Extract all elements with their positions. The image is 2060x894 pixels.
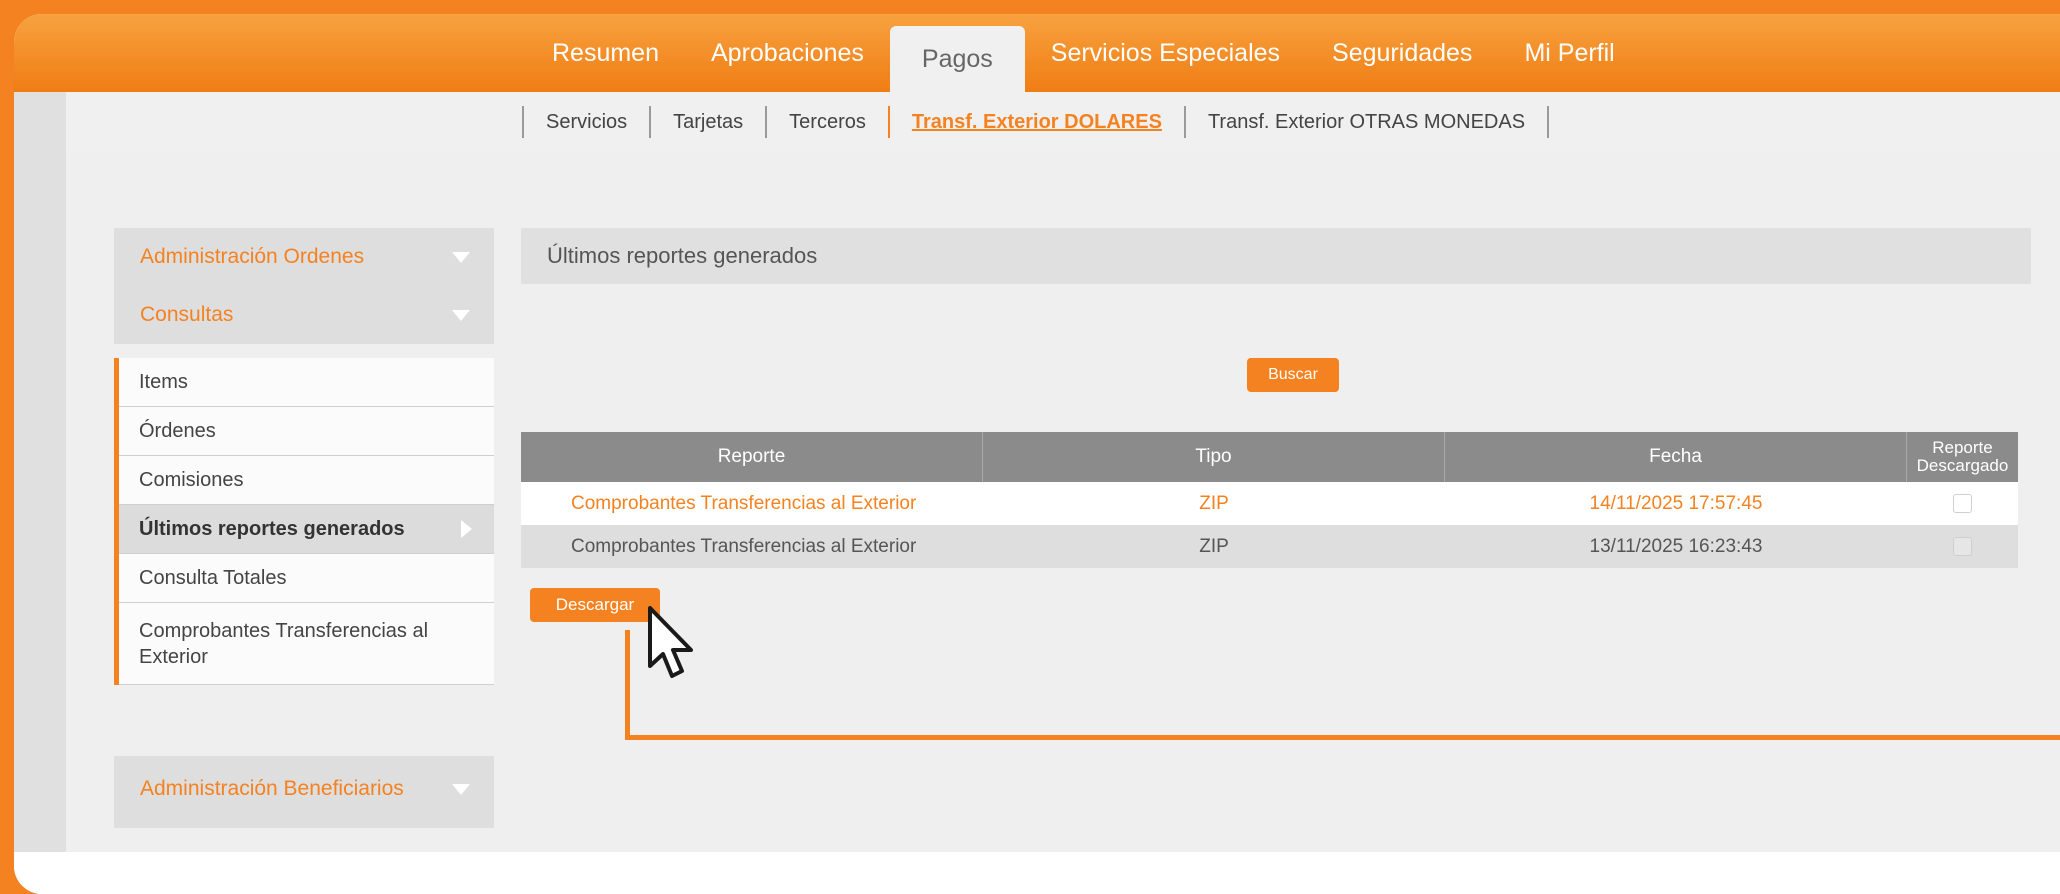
downloaded-checkbox[interactable] <box>1953 494 1972 513</box>
main-tabs: Resumen Aprobaciones Pagos Servicios Esp… <box>526 14 1641 92</box>
downloaded-checkbox[interactable] <box>1953 537 1972 556</box>
sidebar-consultas-list: Items Órdenes Comisiones Últimos reporte… <box>114 358 494 685</box>
column-header-descargado[interactable]: Reporte Descargado <box>1907 432 2018 482</box>
divider <box>1547 106 1550 138</box>
triangle-down-icon <box>452 783 470 795</box>
left-strip <box>14 92 66 852</box>
sidebar-item-items[interactable]: Items <box>119 358 494 407</box>
triangle-down-icon <box>452 251 470 263</box>
mouse-pointer-icon <box>648 606 693 678</box>
tab-resumen[interactable]: Resumen <box>526 14 685 92</box>
subtab-servicios[interactable]: Servicios <box>524 111 649 134</box>
sidebar-item-ordenes[interactable]: Órdenes <box>119 407 494 456</box>
column-header-tipo[interactable]: Tipo <box>983 432 1445 482</box>
buscar-button[interactable]: Buscar <box>1247 358 1339 392</box>
subtab-tarjetas[interactable]: Tarjetas <box>651 111 765 134</box>
sidebar-item-label: Últimos reportes generados <box>139 517 405 540</box>
tab-servicios-especiales[interactable]: Servicios Especiales <box>1025 14 1306 92</box>
column-header-fecha[interactable]: Fecha <box>1445 432 1907 482</box>
content-area: Administración Ordenes Consultas Items Ó… <box>66 152 2060 852</box>
reports-table: Reporte Tipo Fecha Reporte Descargado Co… <box>521 432 2018 568</box>
tab-aprobaciones[interactable]: Aprobaciones <box>685 14 890 92</box>
sidebar-item-comprobantes[interactable]: Comprobantes Transferencias al Exterior <box>119 603 494 685</box>
table-row[interactable]: Comprobantes Transferencias al Exterior … <box>521 525 2018 568</box>
tab-seguridades[interactable]: Seguridades <box>1306 14 1498 92</box>
sidebar-item-comisiones[interactable]: Comisiones <box>119 456 494 505</box>
cell-descargado <box>1907 482 2018 525</box>
sidebar-section-label: Administración Beneficiarios <box>140 777 404 800</box>
sidebar-section-label: Administración Ordenes <box>140 245 365 268</box>
sidebar-item-label: Items <box>139 370 188 393</box>
table-header: Reporte Tipo Fecha Reporte Descargado <box>521 432 2018 482</box>
sidebar-item-consulta-totales[interactable]: Consulta Totales <box>119 554 494 603</box>
sidebar-item-ultimos-reportes[interactable]: Últimos reportes generados <box>119 505 494 554</box>
column-header-reporte[interactable]: Reporte <box>521 432 983 482</box>
callout-connector-line <box>625 630 2060 740</box>
sidebar-section-administracion-ordenes[interactable]: Administración Ordenes <box>114 228 494 286</box>
subtab-terceros[interactable]: Terceros <box>767 111 888 134</box>
triangle-down-icon <box>452 309 470 321</box>
sidebar-item-label: Comprobantes Transferencias al Exterior <box>139 619 429 668</box>
sidebar-section-consultas[interactable]: Consultas <box>114 286 494 344</box>
cell-descargado <box>1907 525 2018 568</box>
sidebar-item-label: Órdenes <box>139 419 216 442</box>
sidebar-section-label: Consultas <box>140 303 234 326</box>
subtab-transf-exterior-dolares[interactable]: Transf. Exterior DOLARES <box>890 111 1184 134</box>
page-title: Últimos reportes generados <box>521 228 2031 284</box>
cell-fecha: 14/11/2025 17:57:45 <box>1589 492 1763 514</box>
descargar-button[interactable]: Descargar <box>530 588 660 622</box>
tab-mi-perfil[interactable]: Mi Perfil <box>1498 14 1640 92</box>
footer <box>14 852 2060 894</box>
sidebar-item-label: Consulta Totales <box>139 566 287 589</box>
cell-reporte: Comprobantes Transferencias al Exterior <box>571 492 917 514</box>
cell-fecha: 13/11/2025 16:23:43 <box>1589 535 1763 557</box>
table-row[interactable]: Comprobantes Transferencias al Exterior … <box>521 482 2018 525</box>
sidebar-section-administracion-beneficiarios[interactable]: Administración Beneficiarios <box>114 760 494 818</box>
app-frame: Resumen Aprobaciones Pagos Servicios Esp… <box>14 14 2060 894</box>
sidebar-item-label: Comisiones <box>139 468 244 491</box>
tab-pagos[interactable]: Pagos <box>889 26 1025 92</box>
cell-reporte: Comprobantes Transferencias al Exterior <box>571 535 917 557</box>
subtab-transf-exterior-otras-monedas[interactable]: Transf. Exterior OTRAS MONEDAS <box>1186 111 1547 134</box>
sub-tabs: Servicios Tarjetas Terceros Transf. Exte… <box>522 92 1550 152</box>
cell-tipo: ZIP <box>1199 492 1229 514</box>
cell-tipo: ZIP <box>1199 535 1229 557</box>
triangle-right-icon <box>461 520 472 538</box>
